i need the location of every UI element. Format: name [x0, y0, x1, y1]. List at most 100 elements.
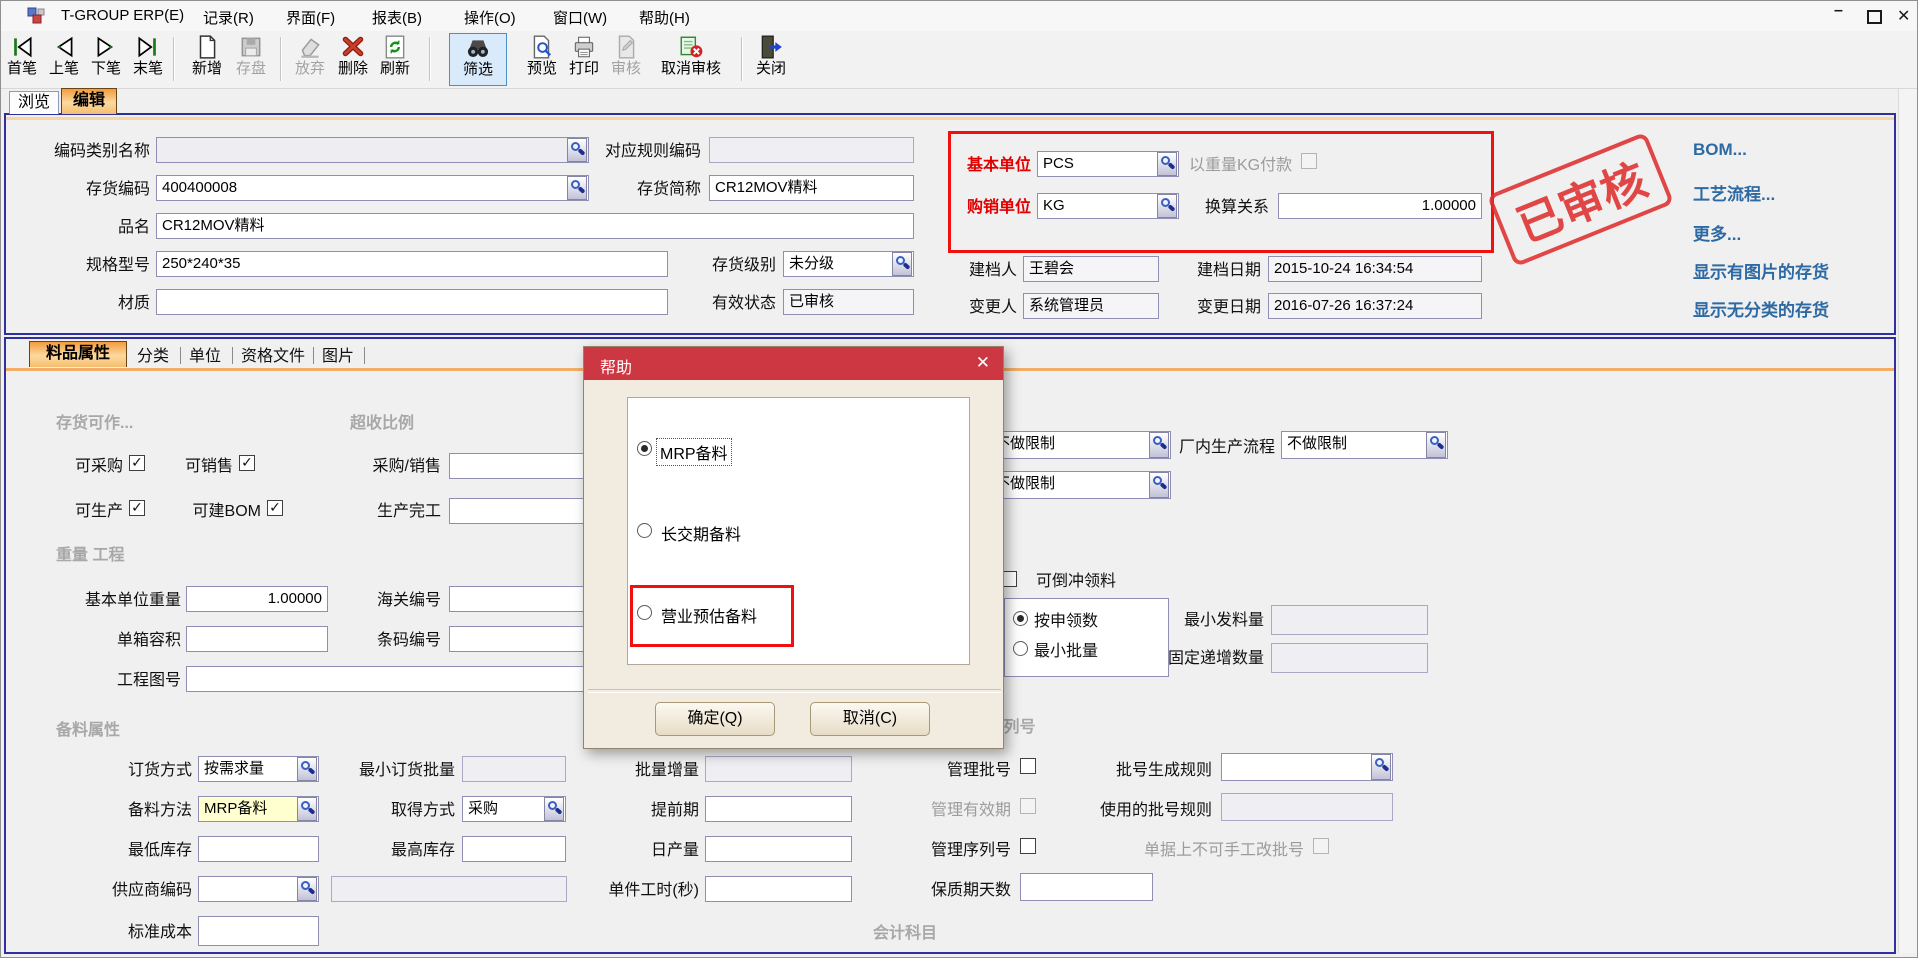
- subtab-separator: [232, 347, 233, 364]
- vertical-scrollbar[interactable]: [1898, 89, 1918, 953]
- item-level-lookup-icon[interactable]: [892, 252, 912, 276]
- menu-help[interactable]: 帮助(H): [639, 7, 690, 28]
- dialog-close-icon[interactable]: ✕: [976, 353, 990, 373]
- cancel-audit-icon: [678, 34, 704, 60]
- daily-output-field[interactable]: [705, 836, 852, 862]
- shelf-days-field[interactable]: [1020, 873, 1153, 901]
- create-date-label: 建档日期: [1187, 261, 1261, 280]
- ok-button[interactable]: 确定(Q): [655, 702, 775, 736]
- used-batch-rule-label: 使用的批号规则: [1089, 801, 1212, 820]
- manage-serial-checkbox[interactable]: [1020, 838, 1036, 854]
- can-purchase-checkbox[interactable]: ✓: [129, 455, 145, 471]
- subtab-unit[interactable]: 单位: [189, 347, 229, 366]
- rule-code-label: 对应规则编码: [596, 142, 701, 161]
- menu-interface[interactable]: 界面(F): [286, 7, 335, 28]
- new-document-icon: [194, 34, 220, 60]
- code-category-lookup-icon[interactable]: [567, 138, 587, 162]
- base-unit-weight-field[interactable]: 1.00000: [186, 586, 328, 612]
- min-stock-field[interactable]: [198, 836, 319, 862]
- prepare-method-lookup-icon[interactable]: [297, 797, 317, 821]
- item-code-field[interactable]: 400400008: [156, 175, 589, 201]
- item-abbr-field[interactable]: CR12MOV精料: [709, 175, 914, 201]
- batch-rule-field[interactable]: [1221, 753, 1393, 781]
- std-cost-label: 标准成本: [109, 923, 192, 942]
- factory-flow-field[interactable]: 不做限制: [1281, 431, 1448, 459]
- by-application-radio[interactable]: [1013, 611, 1028, 626]
- min-lot-radio[interactable]: [1013, 641, 1028, 656]
- product-name-label: 品名: [21, 218, 150, 237]
- option-long-lead-radio[interactable]: [637, 523, 652, 538]
- subtab-images[interactable]: 图片: [322, 347, 362, 366]
- toolbar-separator: [429, 37, 430, 81]
- rule-code-field: [709, 137, 914, 163]
- subtab-classification[interactable]: 分类: [137, 347, 177, 366]
- usage-restriction2-field[interactable]: 不做限制: [989, 471, 1171, 499]
- close-window-icon[interactable]: ✕: [1897, 6, 1910, 26]
- factory-flow-label: 厂内生产流程: [1177, 438, 1275, 457]
- delete-button[interactable]: 删除: [332, 33, 374, 86]
- item-code-lookup-icon[interactable]: [567, 176, 587, 200]
- last-record-button[interactable]: 末笔: [128, 33, 168, 86]
- usage-restriction2-lookup-icon[interactable]: [1149, 472, 1169, 498]
- menu-window[interactable]: 窗口(W): [553, 7, 607, 28]
- minimize-icon[interactable]: –: [1834, 2, 1843, 20]
- box-volume-label: 单箱容积: [61, 631, 181, 650]
- subtab-item-attributes[interactable]: 料品属性: [29, 341, 127, 367]
- refresh-icon: [382, 34, 408, 60]
- menu-operation[interactable]: 操作(O): [464, 7, 516, 28]
- supplier-code-lookup-icon[interactable]: [297, 877, 317, 901]
- prev-record-button[interactable]: 上笔: [44, 33, 84, 86]
- menu-app[interactable]: T-GROUP ERP(E): [61, 7, 184, 24]
- tab-browse[interactable]: 浏览: [9, 91, 59, 114]
- lead-time-field[interactable]: [705, 796, 852, 822]
- manage-batch-checkbox[interactable]: [1020, 758, 1036, 774]
- usage-restriction-field[interactable]: 不做限制: [989, 431, 1171, 459]
- subtab-qualification-files[interactable]: 资格文件: [241, 347, 311, 366]
- section-usable-as: 存货可作...: [56, 409, 133, 433]
- status-label: 有效状态: [701, 294, 776, 313]
- link-show-with-images[interactable]: 显示有图片的存货: [1693, 258, 1829, 283]
- menu-record[interactable]: 记录(R): [203, 7, 254, 28]
- option-mrp-radio[interactable]: [637, 441, 652, 456]
- restore-icon[interactable]: [1867, 10, 1882, 24]
- order-mode-label: 订货方式: [109, 761, 192, 780]
- max-stock-field[interactable]: [462, 836, 566, 862]
- std-cost-field[interactable]: [198, 916, 319, 946]
- link-more[interactable]: 更多...: [1693, 220, 1741, 245]
- link-show-unclassified[interactable]: 显示无分类的存货: [1693, 296, 1829, 321]
- option-mrp-label[interactable]: MRP备料: [657, 439, 731, 465]
- close-form-button[interactable]: 关闭: [749, 33, 793, 86]
- preview-button[interactable]: 预览: [521, 33, 563, 86]
- link-bom[interactable]: BOM...: [1693, 140, 1747, 160]
- batch-rule-lookup-icon[interactable]: [1371, 754, 1391, 780]
- cancel-button[interactable]: 取消(C): [810, 702, 930, 736]
- first-record-button[interactable]: 首笔: [2, 33, 42, 86]
- next-record-button[interactable]: 下笔: [86, 33, 126, 86]
- menu-report[interactable]: 报表(B): [372, 7, 422, 28]
- print-button[interactable]: 打印: [563, 33, 605, 86]
- refresh-button[interactable]: 刷新: [374, 33, 416, 86]
- link-process-flow[interactable]: 工艺流程...: [1693, 180, 1775, 205]
- usage-restriction-lookup-icon[interactable]: [1149, 432, 1169, 458]
- order-mode-lookup-icon[interactable]: [297, 757, 317, 781]
- can-produce-checkbox[interactable]: ✓: [129, 500, 145, 516]
- factory-flow-lookup-icon[interactable]: [1426, 432, 1446, 458]
- acquire-mode-lookup-icon[interactable]: [544, 797, 564, 821]
- new-button[interactable]: 新增: [187, 33, 227, 86]
- code-category-field[interactable]: [156, 137, 589, 163]
- product-name-field[interactable]: CR12MOV精料: [156, 213, 914, 239]
- can-sale-checkbox[interactable]: ✓: [239, 455, 255, 471]
- unit-work-time-field[interactable]: [705, 876, 852, 902]
- filter-button[interactable]: 筛选: [449, 33, 507, 86]
- creator-field: 王碧会: [1023, 256, 1159, 282]
- material-field[interactable]: [156, 289, 668, 315]
- modify-date-field: 2016-07-26 16:37:24: [1268, 293, 1482, 319]
- box-volume-field[interactable]: [186, 626, 328, 652]
- can-build-bom-checkbox[interactable]: ✓: [267, 500, 283, 516]
- can-sale-label: 可销售: [171, 457, 233, 476]
- cancel-audit-button[interactable]: 取消审核: [649, 33, 733, 86]
- tab-edit[interactable]: 编辑: [61, 88, 117, 114]
- option-long-lead-label[interactable]: 长交期备料: [661, 521, 741, 545]
- eraser-icon: [297, 34, 323, 60]
- spec-field[interactable]: 250*240*35: [156, 251, 668, 277]
